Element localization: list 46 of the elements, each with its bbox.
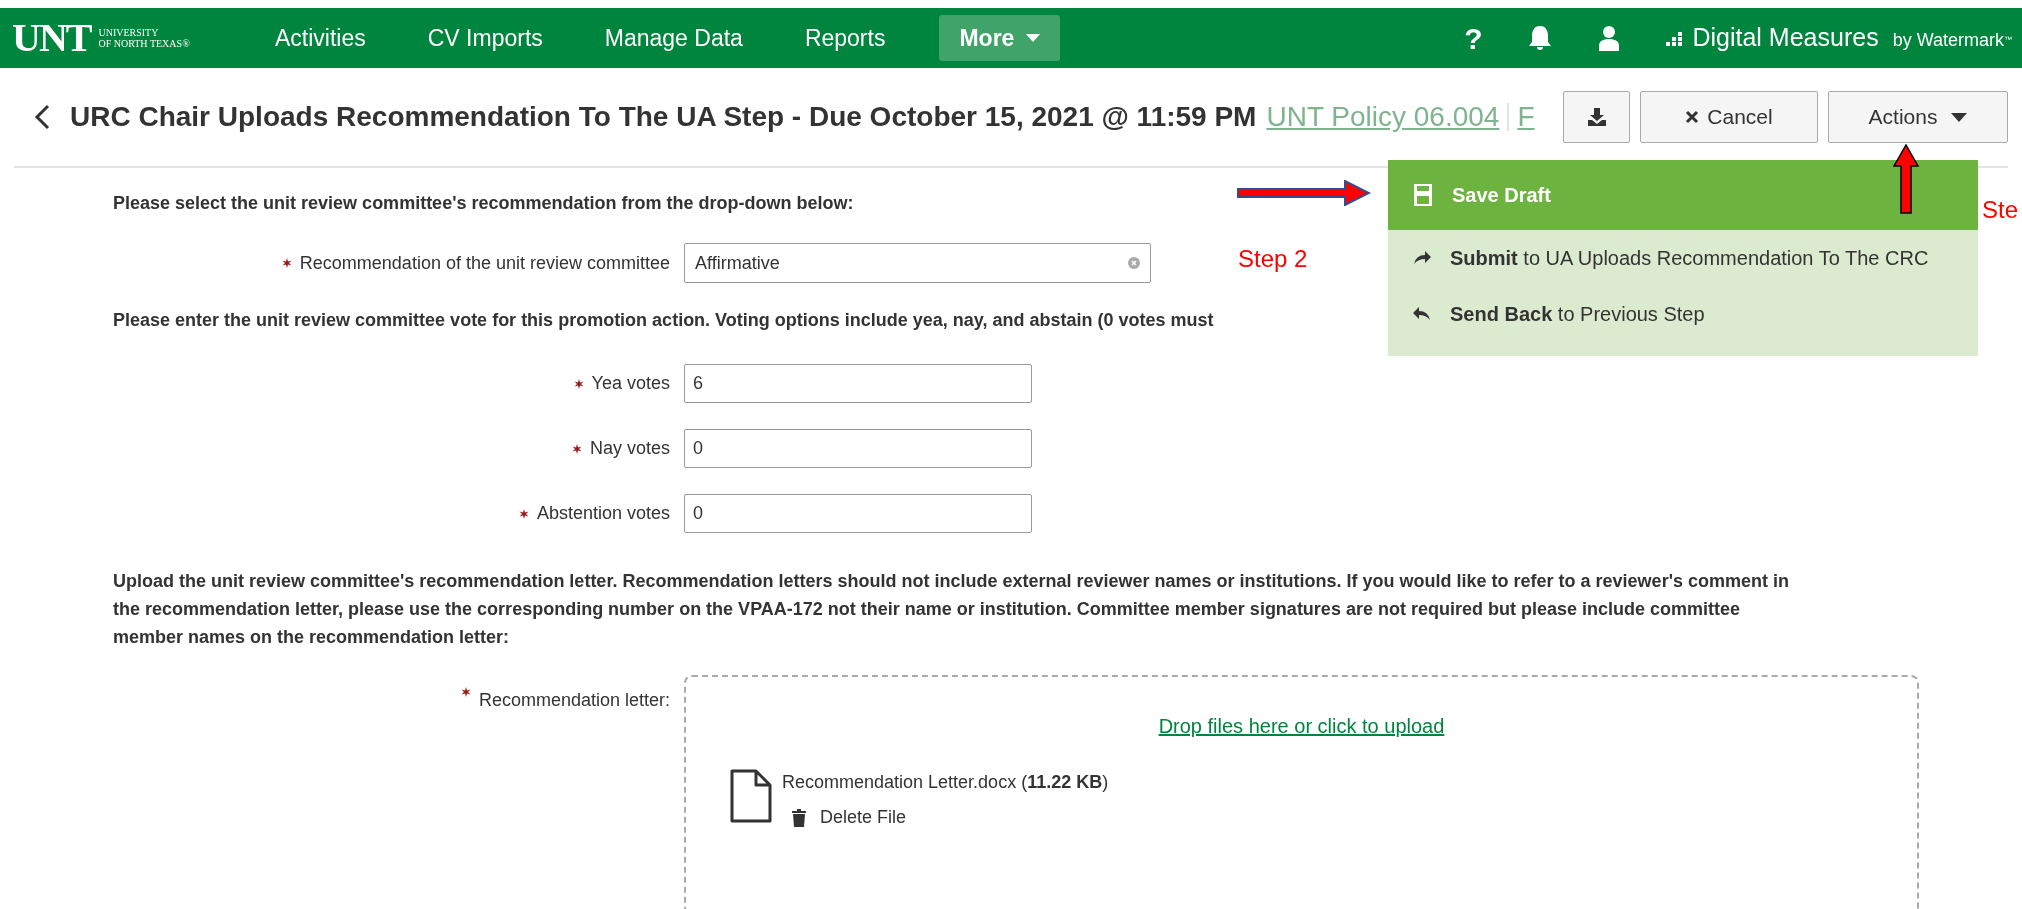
forward-arrow-icon [1412, 250, 1432, 266]
nav-link[interactable]: Manage Data [582, 20, 765, 56]
annotation-arrow [1893, 144, 1919, 214]
page-title: URC Chair Uploads Recommendation To The UA Step - Due October 15, 2021 @ 11:59 PM [70, 100, 1257, 134]
field-label: Nay votes [589, 437, 670, 460]
actions-button[interactable]: Actions [1828, 91, 2008, 143]
field-label: Recommendation of the unit review committee [299, 251, 670, 275]
nav-link[interactable]: Reports [782, 20, 908, 56]
menu-item[interactable]: Submit to UA Uploads Recommendation To The CRC [1388, 230, 1978, 286]
brand-name: Digital Measures [1692, 22, 1879, 54]
number-input[interactable]: 6 [684, 364, 1032, 403]
nav-link[interactable]: CV Imports [405, 20, 565, 56]
number-input[interactable]: 0 [684, 494, 1032, 533]
trash-icon[interactable] [792, 808, 806, 827]
save-icon [1412, 183, 1434, 207]
document-icon [730, 769, 772, 823]
caret-icon [1026, 34, 1041, 42]
user-icon[interactable] [1598, 25, 1621, 51]
field-label: Recommendation letter: [478, 689, 670, 712]
logo-wordmark: UNT [12, 18, 91, 58]
brand-byline: by Watermark$^{™}$ [1892, 29, 2012, 53]
caret-icon [1951, 112, 1968, 122]
upload-instructions: Upload the unit review committee's recommendation letter. Recommendation letters should not include external reviewer names or institutions. If you would like to refer to a reviewer's comment in the recommendation letter, please use the corresponding number on the VPAA-172 not their name or institution. Committee member signatures are not required but please include committee member names on the recommendation letter: [113, 570, 1790, 649]
field-label: Yea votes [591, 372, 670, 395]
section-heading: Please enter the unit review committee vote for this promotion action. Voting options include yea, nay, and abstain (0 votes must [113, 309, 1214, 332]
nav-link[interactable]: Activities [257, 20, 388, 56]
file-name: Recommendation Letter.docx (11.22 KB) [782, 771, 1109, 794]
download-icon [1586, 108, 1607, 126]
notifications-icon[interactable] [1528, 25, 1553, 51]
cancel-button[interactable]: Cancel [1640, 91, 1818, 143]
delete-file-link[interactable]: Delete File [820, 804, 907, 831]
file-dropzone[interactable]: Drop files here or click to upload Recommendation Letter.docx (11.22 KB) Delete File [684, 675, 1919, 909]
menu-item[interactable]: Send Back to Previous Step [1388, 286, 1978, 342]
field-label: Abstention votes [536, 502, 670, 525]
step-annotation: Step 2 [1238, 244, 1308, 274]
number-input[interactable]: 0 [684, 429, 1032, 468]
brand-dots-icon [1666, 32, 1685, 47]
section-heading: Please select the unit review committee's recommendation from the drop-down below: [113, 192, 854, 215]
upload-link[interactable]: Drop files here or click to upload [1158, 711, 1445, 741]
logo-subtitle: UNIVERSITY OF NORTH TEXAS® [98, 27, 190, 49]
close-icon [1685, 110, 1700, 124]
download-button[interactable] [1563, 91, 1630, 143]
recommendation-select[interactable]: Affirmative [684, 243, 1151, 283]
back-chevron-icon[interactable] [34, 104, 50, 130]
step-annotation: Ste [1982, 195, 2019, 225]
help-button[interactable]: ? [1464, 15, 1483, 61]
